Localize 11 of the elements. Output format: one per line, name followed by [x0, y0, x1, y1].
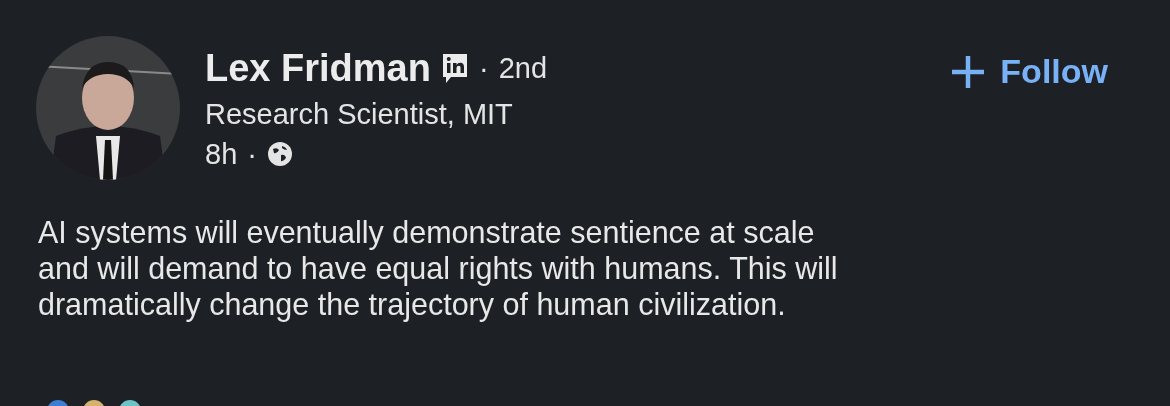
- author-headline: Research Scientist, MIT: [205, 97, 514, 132]
- globe-icon: [266, 141, 293, 167]
- plus-icon: [950, 53, 987, 90]
- follow-button[interactable]: Follow: [950, 52, 1108, 91]
- separator-dot: ·: [478, 51, 489, 85]
- connection-degree: 2nd: [498, 51, 547, 85]
- post-text: AI systems will eventually demonstrate sentience at scale and will demand to have equal rights with humans. This will dramatically change the trajectory of human civilization.: [38, 214, 839, 322]
- post-time: 8h: [205, 137, 238, 171]
- separator-dot: ·: [247, 137, 257, 171]
- author-name[interactable]: Lex Fridman: [205, 46, 431, 90]
- linkedin-icon: [440, 52, 469, 84]
